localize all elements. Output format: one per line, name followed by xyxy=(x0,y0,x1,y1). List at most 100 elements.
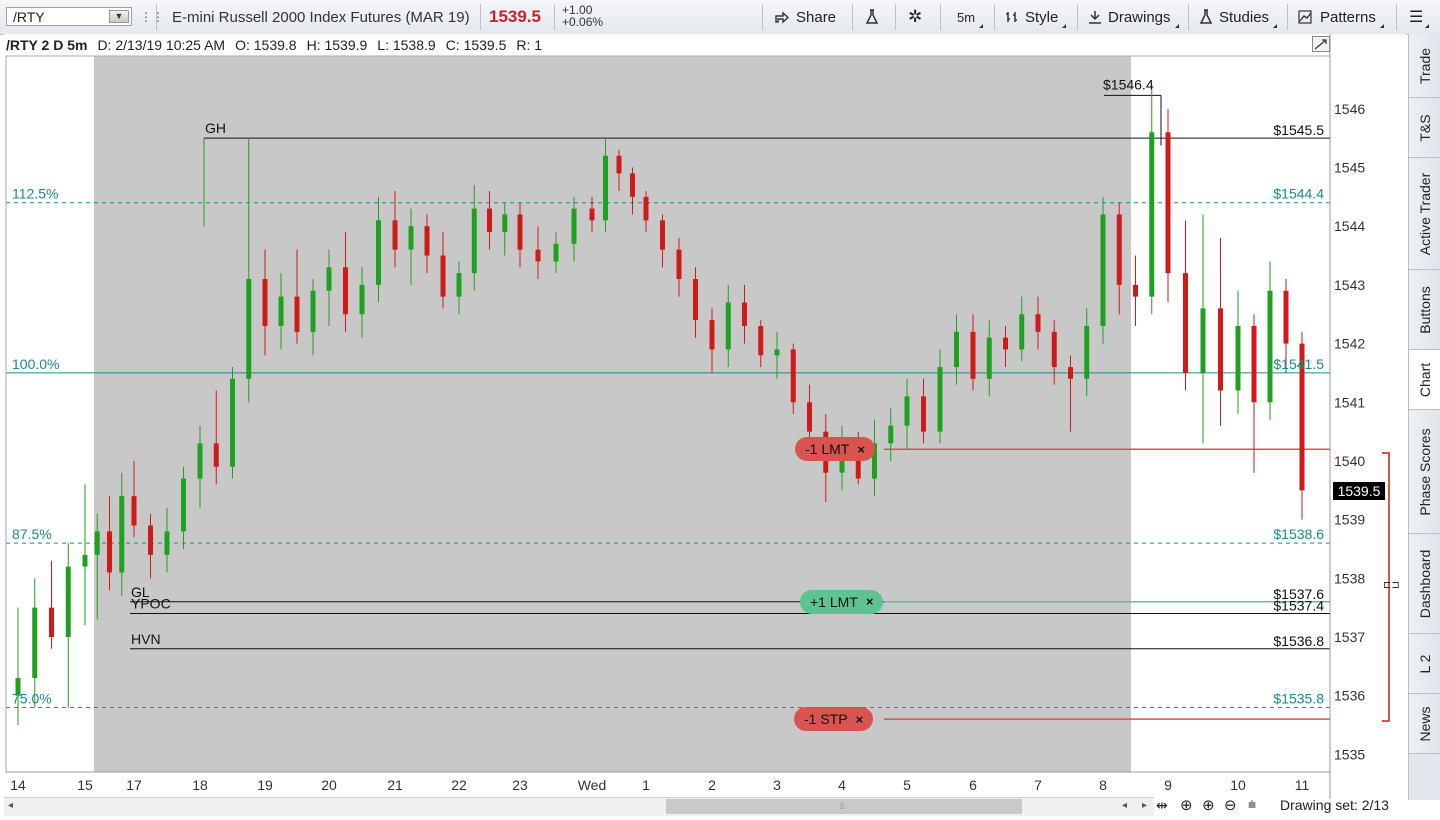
fib-level-label: 75.0% xyxy=(12,690,52,706)
drawings-icon xyxy=(1089,11,1101,24)
tab-chart[interactable]: Chart xyxy=(1409,350,1440,410)
link-icon[interactable]: ⋮⋮ xyxy=(140,0,164,34)
candle-body xyxy=(487,208,492,233)
candle-body xyxy=(294,296,300,332)
candle-body xyxy=(230,378,235,467)
stop-order[interactable]: -1 STP × xyxy=(794,707,874,732)
candle-body xyxy=(440,255,446,297)
header-range: R: 1 xyxy=(516,37,543,53)
x-tick-label: 17 xyxy=(126,777,142,793)
settings-button[interactable]: ✲ xyxy=(908,0,922,34)
y-tick-label: 1536 xyxy=(1334,688,1365,704)
candle-body xyxy=(65,566,71,638)
fib-level-label: 87.5% xyxy=(12,526,52,542)
y-tick-label: 1546 xyxy=(1334,101,1365,117)
candle-body xyxy=(553,243,559,262)
key-level-label: GH xyxy=(205,120,226,136)
candle-body xyxy=(82,554,88,567)
share-button[interactable]: Share xyxy=(774,0,836,34)
candle-body xyxy=(278,296,284,326)
header-open: O: 1539.8 xyxy=(235,37,297,53)
key-level-price: $1537.4 xyxy=(1273,598,1324,614)
tab-level-2[interactable]: L 2 xyxy=(1409,634,1440,694)
sell-limit-order[interactable]: -1 LMT × xyxy=(795,437,875,462)
close-icon[interactable]: × xyxy=(866,594,874,609)
drawing-set-label[interactable]: Drawing set: 2/13 xyxy=(1280,797,1389,813)
bracket-handle-icon[interactable]: ⊏⊐ xyxy=(1383,580,1400,591)
y-tick-label: 1538 xyxy=(1334,570,1365,586)
candle-body xyxy=(119,496,125,573)
symbol-input[interactable]: /RTY ▼ xyxy=(6,7,132,26)
style-label: Style xyxy=(1025,8,1059,26)
horizontal-scrollbar[interactable]: ◂ ⦙⦙ ◂ ▸ xyxy=(4,797,1154,816)
close-icon[interactable]: × xyxy=(857,442,865,457)
buy-limit-order[interactable]: +1 LMT × xyxy=(800,589,884,614)
share-icon xyxy=(775,11,790,24)
y-tick-label: 1541 xyxy=(1334,394,1365,410)
candle-body xyxy=(1218,308,1223,391)
x-tick-label: 10 xyxy=(1230,777,1246,793)
drawings-button[interactable]: Drawings xyxy=(1088,0,1179,34)
scroll-left-arrow[interactable]: ◂ xyxy=(8,800,13,811)
timeframe-button[interactable]: 5m xyxy=(957,0,984,34)
bottom-controls: ⇹ ⊕ ⊕ ⊖ ⩧ Drawing set: 2/13 xyxy=(1120,796,1408,815)
tab-dashboard[interactable]: Dashboard xyxy=(1409,534,1440,634)
symbol-dropdown-button[interactable]: ▼ xyxy=(109,10,129,23)
tab-buttons[interactable]: Buttons xyxy=(1409,270,1440,350)
share-label: Share xyxy=(796,8,837,26)
tab-news[interactable]: News xyxy=(1409,694,1440,754)
tab-trade[interactable]: Trade xyxy=(1409,34,1440,98)
x-tick-label: 4 xyxy=(838,777,846,793)
menu-button[interactable]: ☰ xyxy=(1409,0,1430,34)
x-tick-label: 20 xyxy=(321,777,337,793)
studies-label: Studies xyxy=(1219,8,1270,26)
patterns-label: Patterns xyxy=(1320,8,1376,26)
zoom-out-icon[interactable]: ⊖ xyxy=(1224,796,1237,814)
y-tick-label: 1535 xyxy=(1334,746,1365,762)
candle-body xyxy=(970,331,976,379)
patterns-button[interactable]: Patterns xyxy=(1298,0,1384,34)
candle-body xyxy=(904,396,910,426)
change-percent: +0.06% xyxy=(562,15,604,29)
candle-body xyxy=(148,525,153,555)
zoom-in-icon[interactable]: ⊕ xyxy=(1202,796,1215,814)
order-label: -1 LMT xyxy=(805,441,850,458)
tab-time-and-sales[interactable]: T&S xyxy=(1409,98,1440,158)
pan-icon[interactable]: ⇹ xyxy=(1156,797,1168,814)
candle-body xyxy=(616,155,622,174)
candle-body xyxy=(571,208,577,244)
candle-body xyxy=(888,425,894,444)
close-icon[interactable]: × xyxy=(856,712,864,727)
fib-price-label: $1538.6 xyxy=(1273,526,1324,542)
tab-phase-scores[interactable]: Phase Scores xyxy=(1409,410,1440,534)
flask-button[interactable] xyxy=(865,0,879,34)
y-tick-label: 1542 xyxy=(1334,336,1365,352)
price-chart[interactable]: 112.5% $1544.4100.0% $1541.587.5% $1538.675… xyxy=(4,34,1406,799)
candle-body xyxy=(1116,214,1122,285)
candle-body xyxy=(181,478,186,532)
flask-icon xyxy=(865,9,879,24)
header-low: L: 1538.9 xyxy=(377,37,436,53)
candle-body xyxy=(921,396,926,432)
x-tick-label: Wed xyxy=(578,777,607,793)
drawing-tool-icon[interactable]: ⩧ xyxy=(1248,796,1256,813)
scroll-thumb[interactable]: ⦙⦙ xyxy=(666,799,1022,814)
chart-label: /RTY 2 D 5m xyxy=(6,37,88,53)
style-button[interactable]: Style xyxy=(1005,0,1067,34)
fib-price-label: $1535.8 xyxy=(1273,690,1324,706)
candle-body xyxy=(1165,132,1171,274)
candle-body xyxy=(471,208,477,274)
crosshair-icon[interactable]: ⊕ xyxy=(1180,796,1193,814)
x-tick-label: 22 xyxy=(451,777,467,793)
candle-body xyxy=(456,273,462,297)
chart-expand-icon[interactable] xyxy=(1312,36,1330,52)
y-tick-label: 1544 xyxy=(1334,218,1365,234)
candle-body xyxy=(359,284,365,315)
candle-body xyxy=(310,290,316,332)
candle-body xyxy=(535,249,541,262)
hamburger-icon: ☰ xyxy=(1409,9,1424,26)
key-level-price: $1536.8 xyxy=(1273,633,1324,649)
tab-active-trader[interactable]: Active Trader xyxy=(1409,158,1440,270)
studies-button[interactable]: Studies xyxy=(1199,0,1278,34)
candle-body xyxy=(954,331,959,368)
